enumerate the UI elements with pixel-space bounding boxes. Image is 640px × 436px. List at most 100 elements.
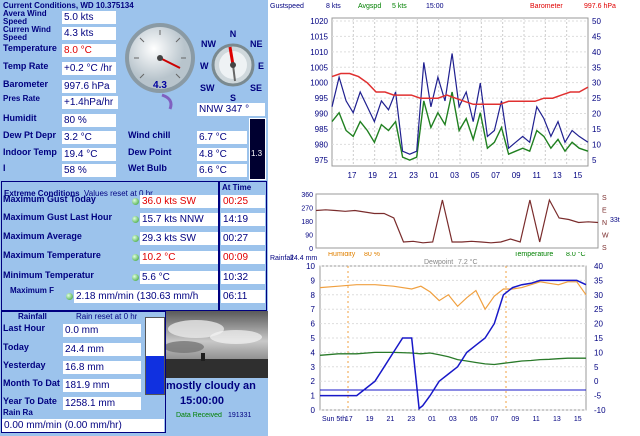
y-left-tick: 10 xyxy=(306,262,315,271)
current-value-temperature: 8.0 °C xyxy=(62,44,116,57)
rain-label-today: Today xyxy=(3,343,29,352)
extreme-time-maximum-temperature: 00:09 xyxy=(221,251,265,264)
x-tick: 01 xyxy=(428,416,436,423)
y-left-tick: 0 xyxy=(311,406,316,415)
current-label-humidit: Humidit xyxy=(3,114,37,123)
current-value-avera-wind-speed: 5.0 kts xyxy=(62,11,116,24)
extreme-value-maximum-gust-last-hour: 15.7 kts NNW xyxy=(140,213,218,226)
current-label-barometer: Barometer xyxy=(3,80,49,89)
legend-humidity: Humidity xyxy=(328,252,356,258)
extreme-value-minimum-temperatur: 5.6 °C xyxy=(140,271,218,284)
y-left-tick: 975 xyxy=(315,156,329,165)
x-tick: 13 xyxy=(553,171,562,180)
current-value-barometer: 997.6 hPa xyxy=(62,80,116,93)
legend-gust-value: 8 kts xyxy=(326,3,341,10)
rain-value-yesterday: 16.8 mm xyxy=(63,361,141,374)
y-left-tick: 3 xyxy=(311,363,316,372)
compass-label: W xyxy=(602,233,609,240)
rain-label-year-to-date: Year To Date xyxy=(3,397,57,406)
y-left-tick: 1005 xyxy=(310,63,328,72)
legend-humidity-value: 80 % xyxy=(364,252,380,258)
y-right-tick: 15 xyxy=(592,125,601,134)
webcam-image[interactable] xyxy=(166,311,268,378)
extreme-time-maximum-gust-last-hour: 14:19 xyxy=(221,213,265,226)
compass-ne: NE xyxy=(250,39,263,49)
y-left-tick: 1 xyxy=(311,392,316,401)
extreme-label-maximum-gust-last-hour: Maximum Gust Last Hour xyxy=(3,213,113,222)
y-left-tick: 2 xyxy=(311,377,316,386)
y-left-tick: 1000 xyxy=(310,79,328,88)
current-right-label-wind-chill: Wind chill xyxy=(128,131,171,140)
extreme-time-maximum-f: 06:11 xyxy=(221,290,265,303)
x-tick: 01 xyxy=(430,171,439,180)
rain-gauge-value: 24.4 xyxy=(146,350,160,357)
y-right-tick: 25 xyxy=(592,94,601,103)
y-right-tick: 30 xyxy=(592,79,601,88)
compass-n: N xyxy=(230,29,237,39)
wind-speed-gauge: 4.3 xyxy=(125,23,195,110)
x-tick: 21 xyxy=(389,171,398,180)
current-right-value-wind-chill: 6.7 °C xyxy=(197,131,247,144)
rain-label-month-to-dat: Month To Dat xyxy=(3,379,60,388)
extreme-value-maximum-temperature: 10.2 °C xyxy=(140,251,218,264)
extreme-time-maximum-average: 00:27 xyxy=(221,232,265,245)
current-value-dew-pt-depr: 3.2 °C xyxy=(62,131,116,144)
y-left-tick: 1010 xyxy=(310,48,328,57)
legend-avg: Avgspd xyxy=(358,3,381,10)
current-label-curren-wind-speed: Curren Wind Speed xyxy=(3,26,51,43)
current-label-temperature: Temperature xyxy=(3,44,57,53)
rain-value-last-hour: 0.0 mm xyxy=(63,324,141,337)
y-right-tick: 5 xyxy=(592,156,597,165)
extreme-indicator-icon xyxy=(66,293,73,300)
current-value-i: 58 % xyxy=(62,164,116,177)
y-left-tick: 6 xyxy=(311,320,316,329)
y-left-tick: 1020 xyxy=(310,17,328,26)
current-label-dew-pt-depr: Dew Pt Depr xyxy=(3,131,57,140)
legend-dewpoint-value: 7.2 °C xyxy=(458,258,478,266)
extreme-indicator-icon xyxy=(132,235,139,242)
legend-barometer: Barometer xyxy=(530,3,563,10)
y-right-tick: 35 xyxy=(592,63,601,72)
wind-direction-value: NNW 347 ° xyxy=(197,103,265,116)
compass-e: E xyxy=(258,61,264,71)
current-value-humidit: 80 % xyxy=(62,114,116,127)
current-conditions-heading: Current Conditions, WD 10.375134 xyxy=(3,2,134,10)
current-value-temp-rate: +0.2 °C /hr xyxy=(62,62,116,75)
current-label-avera-wind-speed: Avera Wind Speed xyxy=(3,10,47,27)
x-tick: 21 xyxy=(387,416,395,423)
x-tick: 11 xyxy=(532,416,539,423)
wind-direction-compass: N NW NE W E SW SE S xyxy=(200,29,264,103)
x-tick: 09 xyxy=(512,171,521,180)
rain-gauge-fill xyxy=(146,356,164,394)
compass-label: N xyxy=(602,220,607,227)
compass-w: W xyxy=(200,61,209,71)
x-tick: 13 xyxy=(553,416,561,423)
y-right-tick: 35 xyxy=(594,276,603,285)
x-tick: 19 xyxy=(366,416,374,423)
y-left-tick: 990 xyxy=(315,110,329,119)
x-tick: 07 xyxy=(491,171,500,180)
x-tick: 09 xyxy=(511,416,519,423)
rain-rate-value: 0.00 mm/min (0.00 mm/hr) xyxy=(2,419,164,432)
compass-se: SE xyxy=(250,83,262,93)
y-right-tick: -10 xyxy=(594,406,606,415)
extreme-indicator-icon xyxy=(132,274,139,281)
current-label-i: I xyxy=(3,164,6,173)
legend-time: 15:00 xyxy=(426,3,444,10)
wind-direction-chart: 360270180900SENWS33t xyxy=(301,192,619,252)
extreme-label-maximum-temperature: Maximum Temperature xyxy=(3,251,101,260)
x-tick: 17 xyxy=(348,171,357,180)
y-left-tick: 7 xyxy=(311,305,316,314)
y-left-tick: 5 xyxy=(311,334,316,343)
extreme-indicator-icon xyxy=(132,254,139,261)
indoor-bar-value: 1.3 xyxy=(251,150,263,158)
current-value-pres-rate: +1.4hPa/hr xyxy=(62,96,118,109)
y-tick: 90 xyxy=(305,233,313,240)
y-left-tick: 980 xyxy=(315,140,329,149)
y-right-tick: 20 xyxy=(592,110,601,119)
y-left-tick: 9 xyxy=(311,276,316,285)
compass-nw: NW xyxy=(201,39,216,49)
y-right-tick: 30 xyxy=(594,291,603,300)
current-label-indoor-temp: Indoor Temp xyxy=(3,148,57,157)
rainfall-heading: Rainfall xyxy=(18,313,47,321)
